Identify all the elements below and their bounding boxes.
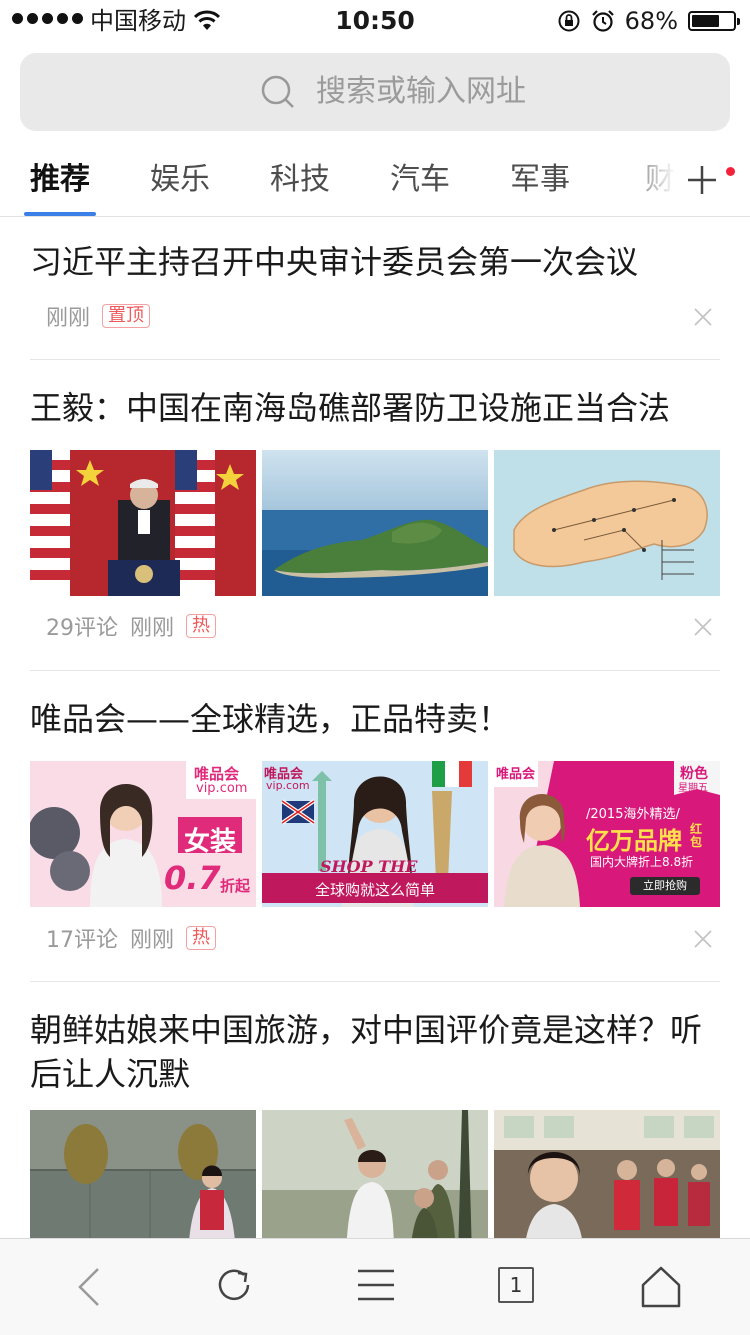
rotation-lock-icon: [558, 10, 580, 32]
divider: [30, 670, 720, 671]
ad-banners: 唯品会 vip.com 女装 0.7 折起 唯品会 vip.com SHOP T…: [30, 761, 720, 907]
battery-icon: [688, 11, 740, 31]
tabs-icon: 1: [498, 1267, 534, 1303]
close-icon[interactable]: [694, 930, 712, 948]
tab-entertainment[interactable]: 娱乐: [120, 140, 240, 216]
bottom-toolbar: 1: [0, 1238, 750, 1335]
press-conference-photo: [30, 450, 256, 596]
ad-friday-label: 星期五: [678, 783, 708, 794]
ad-domain: vip.com: [196, 781, 248, 796]
comment-count: 29评论: [46, 616, 118, 641]
search-placeholder: 搜索或输入网址: [316, 74, 526, 109]
ad-buy-button[interactable]: 立即抢购: [630, 877, 700, 895]
search-icon: [261, 75, 294, 108]
hot-badge: 热: [186, 926, 217, 950]
tabs-fade: [616, 140, 676, 216]
back-icon: [78, 1268, 99, 1306]
battery-percent: 68%: [624, 7, 678, 35]
news-images: [30, 1110, 720, 1256]
pinned-badge: 置顶: [102, 304, 151, 328]
tour-group-photo: [262, 1110, 488, 1256]
tab-military[interactable]: 军事: [480, 140, 600, 216]
ad-overseas-line: /2015海外精选/: [586, 807, 680, 822]
plus-icon: [688, 166, 716, 194]
ad-item[interactable]: 唯品会——全球精选，正品特卖！: [30, 697, 720, 747]
ad-item-meta: 17评论 刚刚 热: [30, 922, 720, 962]
news-time: 刚刚: [46, 306, 91, 331]
news-item-2-meta: 29评论 刚刚 热: [30, 610, 720, 650]
divider: [30, 981, 720, 982]
news-item-2[interactable]: 王毅：中国在南海岛礁部署防卫设施正当合法: [30, 386, 720, 436]
close-icon[interactable]: [694, 308, 712, 326]
ad-banner-women-fashion: 唯品会 vip.com 女装 0.7 折起: [30, 761, 256, 907]
ad-banner-shop-world: 唯品会 vip.com SHOP THE WORLD 全球购就这么简单: [262, 761, 488, 907]
news-item-4[interactable]: 朝鲜姑娘来中国旅游，对中国评价竟是这样？听后让人沉默: [30, 1008, 720, 1100]
tab-recommend[interactable]: 推荐: [0, 140, 120, 216]
menu-button[interactable]: [326, 1239, 426, 1335]
news-meta: 刚刚 置顶: [46, 300, 151, 332]
island-aerial-photo: [262, 450, 488, 596]
ad-brand: 唯品会: [496, 767, 536, 782]
ad-banner-pink-friday: 唯品会 粉色 星期五 /2015海外精选/ 亿万品牌 红包 国内大牌折上8.8折…: [494, 761, 720, 907]
ad-red-envelope: 红包: [690, 822, 703, 849]
ad-discount-line: 国内大牌折上8.8折: [590, 855, 694, 869]
channel-tabs: 推荐 娱乐 科技 汽车 军事 财: [0, 140, 750, 217]
ad-discount-suffix: 折起: [220, 877, 251, 895]
tab-auto[interactable]: 汽车: [360, 140, 480, 216]
status-bar: 中国移动 10:50 68%: [0, 0, 750, 42]
news-time: 刚刚: [130, 928, 175, 953]
back-button[interactable]: [42, 1239, 142, 1335]
ad-domain: vip.com: [266, 779, 310, 792]
search-bar[interactable]: 搜索或输入网址: [20, 53, 730, 131]
news-meta: 17评论 刚刚 热: [46, 922, 217, 954]
news-title: 朝鲜姑娘来中国旅游，对中国评价竟是这样？听后让人沉默: [30, 1011, 703, 1093]
add-channel-button[interactable]: [676, 140, 750, 216]
hot-badge: 热: [186, 614, 217, 638]
ad-brands-big: 亿万品牌: [586, 827, 682, 855]
refresh-button[interactable]: [184, 1239, 284, 1335]
tabs-button[interactable]: 1: [468, 1239, 568, 1335]
ad-shop-world-bar: 全球购就这么简单: [314, 881, 435, 899]
news-item-1[interactable]: 习近平主持召开中央审计委员会第一次会议 刚刚 置顶: [30, 240, 720, 340]
menu-icon: [358, 1269, 394, 1301]
ad-women-label: 女装: [184, 827, 237, 857]
news-images: [30, 450, 720, 596]
news-time: 刚刚: [130, 616, 175, 641]
news-title: 习近平主持召开中央审计委员会第一次会议: [30, 243, 639, 281]
home-button[interactable]: [610, 1239, 710, 1335]
ad-discount-number: 0.7: [164, 859, 221, 897]
close-icon[interactable]: [694, 618, 712, 636]
notification-dot: [726, 167, 735, 176]
island-map-image: [494, 450, 720, 596]
woman-in-hanbok-photo: [30, 1110, 256, 1256]
comment-count: 17评论: [46, 928, 118, 953]
refresh-icon: [218, 1269, 250, 1301]
alarm-icon: [591, 10, 614, 32]
train-passengers-photo: [494, 1110, 720, 1256]
news-title: 王毅：中国在南海岛礁部署防卫设施正当合法: [30, 389, 671, 427]
home-icon: [641, 1266, 681, 1308]
tab-tech[interactable]: 科技: [240, 140, 360, 216]
divider: [30, 359, 720, 360]
news-title: 唯品会——全球精选，正品特卖！: [30, 700, 511, 738]
news-meta: 29评论 刚刚 热: [46, 610, 217, 642]
